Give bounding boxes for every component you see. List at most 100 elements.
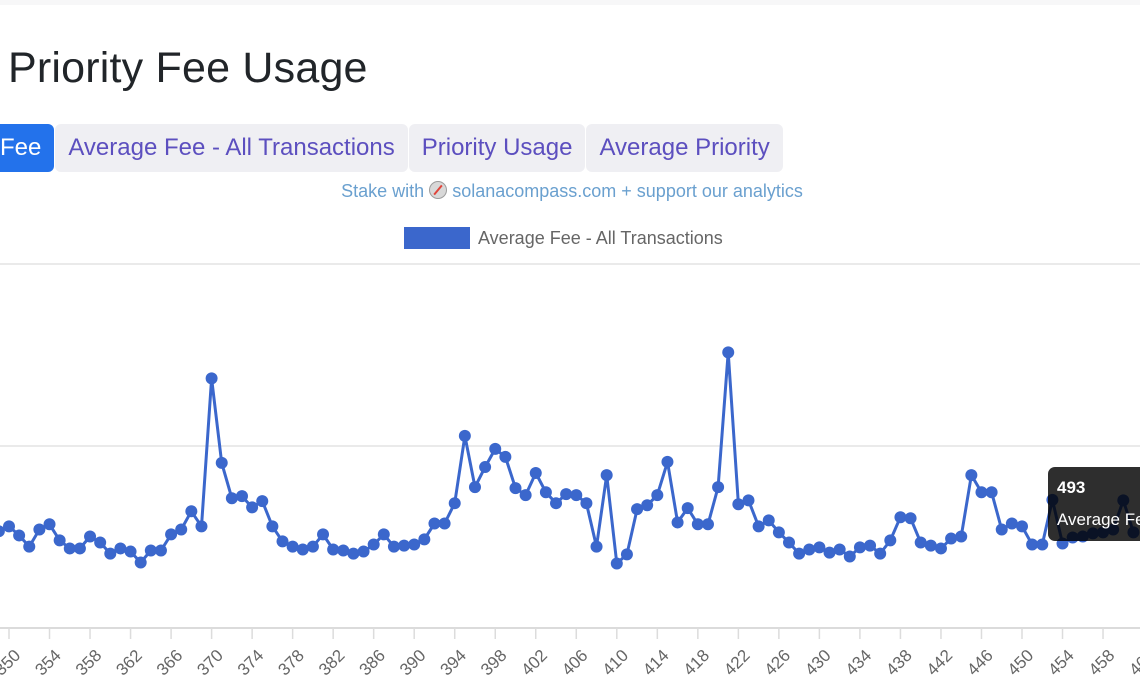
data-point[interactable]: [914, 536, 927, 549]
x-tick-label: 434: [842, 646, 875, 679]
data-point[interactable]: [712, 481, 725, 494]
data-point[interactable]: [134, 556, 147, 569]
data-point[interactable]: [934, 542, 947, 555]
data-point[interactable]: [823, 546, 836, 559]
data-point[interactable]: [864, 539, 877, 552]
data-point[interactable]: [175, 523, 188, 536]
data-point[interactable]: [286, 540, 299, 553]
data-point[interactable]: [398, 539, 411, 552]
data-point[interactable]: [570, 489, 583, 502]
data-point[interactable]: [722, 346, 735, 359]
data-point[interactable]: [590, 540, 603, 553]
data-point[interactable]: [23, 540, 36, 553]
data-point[interactable]: [73, 542, 86, 555]
data-point[interactable]: [438, 517, 451, 530]
data-point[interactable]: [539, 486, 552, 499]
data-point[interactable]: [408, 538, 421, 551]
x-tick-label: 394: [437, 646, 470, 679]
data-point[interactable]: [833, 543, 846, 556]
data-point[interactable]: [762, 514, 775, 527]
data-point[interactable]: [843, 550, 856, 563]
data-point[interactable]: [772, 526, 785, 539]
data-point[interactable]: [550, 497, 563, 510]
data-point[interactable]: [225, 492, 238, 505]
data-point[interactable]: [185, 505, 198, 518]
data-point[interactable]: [418, 533, 431, 546]
data-point[interactable]: [651, 489, 664, 502]
data-point[interactable]: [347, 547, 360, 560]
data-point[interactable]: [681, 502, 694, 515]
data-point[interactable]: [803, 543, 816, 556]
data-point[interactable]: [671, 516, 684, 529]
data-point[interactable]: [965, 469, 978, 482]
data-point[interactable]: [53, 534, 66, 547]
data-point[interactable]: [945, 532, 958, 545]
data-point[interactable]: [1036, 538, 1049, 551]
data-point[interactable]: [560, 488, 573, 501]
data-point[interactable]: [205, 372, 218, 385]
data-point[interactable]: [13, 529, 26, 542]
data-point[interactable]: [1005, 517, 1018, 530]
data-point[interactable]: [641, 499, 654, 512]
data-point[interactable]: [296, 543, 309, 556]
data-point[interactable]: [327, 543, 340, 556]
x-tick-label: 370: [193, 646, 226, 679]
data-point[interactable]: [985, 486, 998, 499]
data-point[interactable]: [742, 494, 755, 507]
data-point[interactable]: [884, 534, 897, 547]
data-point[interactable]: [387, 540, 400, 553]
data-point[interactable]: [367, 538, 380, 551]
data-point[interactable]: [317, 528, 330, 541]
data-point[interactable]: [600, 469, 613, 482]
data-point[interactable]: [43, 518, 56, 531]
data-point[interactable]: [995, 523, 1008, 536]
data-point[interactable]: [276, 535, 289, 548]
data-point[interactable]: [904, 512, 917, 525]
data-point[interactable]: [256, 495, 269, 508]
x-tick-label: 354: [31, 646, 64, 679]
data-point[interactable]: [610, 557, 623, 570]
data-point[interactable]: [448, 497, 461, 510]
data-point[interactable]: [235, 490, 248, 503]
data-point[interactable]: [955, 530, 968, 543]
data-point[interactable]: [529, 467, 542, 480]
data-point[interactable]: [94, 536, 107, 549]
data-point[interactable]: [215, 456, 228, 469]
data-point[interactable]: [813, 541, 826, 554]
data-point[interactable]: [874, 547, 887, 560]
data-point[interactable]: [84, 530, 97, 543]
data-point[interactable]: [701, 518, 714, 531]
data-point[interactable]: [124, 545, 137, 558]
data-point[interactable]: [853, 541, 866, 554]
data-point[interactable]: [894, 511, 907, 524]
data-point[interactable]: [499, 450, 512, 463]
data-point[interactable]: [246, 501, 259, 514]
data-point[interactable]: [104, 547, 117, 560]
data-point[interactable]: [114, 542, 127, 555]
data-point[interactable]: [783, 536, 796, 549]
data-point[interactable]: [154, 544, 167, 557]
line-chart[interactable]: 350 354 358 362 366 370 374 378 382 386 390 394 398 4…: [0, 0, 1140, 694]
x-tick-label: 386: [355, 646, 388, 679]
data-point[interactable]: [489, 442, 502, 455]
data-point[interactable]: [509, 482, 522, 495]
data-point[interactable]: [519, 489, 532, 502]
data-point[interactable]: [337, 544, 350, 557]
data-point[interactable]: [195, 520, 208, 533]
data-point[interactable]: [620, 548, 633, 561]
data-point[interactable]: [3, 520, 15, 533]
data-point[interactable]: [661, 455, 674, 468]
data-point[interactable]: [924, 539, 937, 552]
data-point[interactable]: [266, 520, 279, 533]
data-point[interactable]: [357, 545, 370, 558]
data-point[interactable]: [752, 520, 765, 533]
data-point[interactable]: [33, 523, 46, 536]
data-point[interactable]: [306, 540, 319, 553]
data-point[interactable]: [580, 497, 593, 510]
data-point[interactable]: [1016, 520, 1028, 533]
data-point[interactable]: [479, 461, 492, 474]
data-point[interactable]: [458, 429, 471, 442]
data-point[interactable]: [377, 528, 390, 541]
x-tick-label: 362: [112, 646, 145, 679]
data-point[interactable]: [468, 481, 481, 494]
